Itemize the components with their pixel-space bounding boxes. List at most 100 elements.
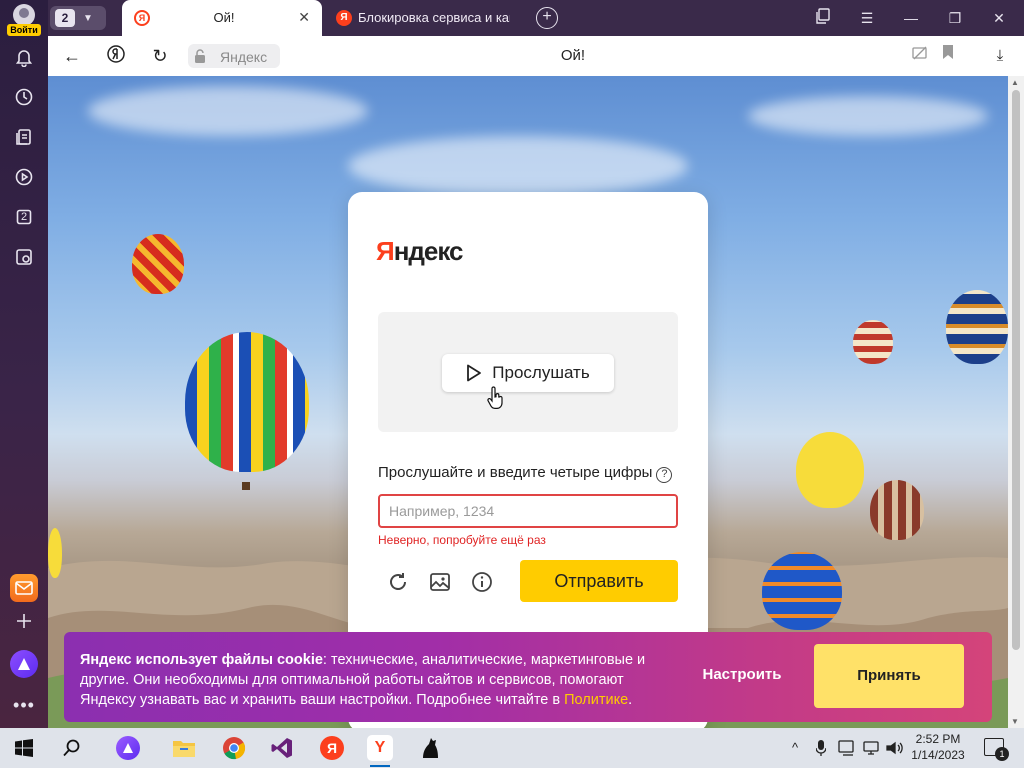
scrollbar-thumb[interactable] <box>1012 90 1020 650</box>
tray-chevron-up-icon[interactable]: ^ <box>792 740 798 755</box>
captcha-input[interactable] <box>378 494 678 528</box>
microphone-icon[interactable] <box>815 740 827 759</box>
help-icon[interactable]: ? <box>656 467 673 483</box>
windows-start-icon[interactable] <box>10 734 38 762</box>
logo-first-letter: Я <box>376 236 395 266</box>
download-icon[interactable]: ⤓ <box>988 44 1012 68</box>
info-icon[interactable] <box>470 570 494 594</box>
error-message: Неверно, попробуйте ещё раз <box>378 533 546 547</box>
balloon <box>132 234 184 294</box>
login-label: Войти <box>7 24 41 36</box>
back-icon[interactable]: ← <box>60 44 84 68</box>
balloon <box>870 480 924 540</box>
notification-count: 1 <box>995 747 1009 761</box>
balloon <box>48 528 62 578</box>
balloon <box>796 432 864 508</box>
tabs-count: 2 <box>55 9 75 27</box>
listen-button[interactable]: Прослушать <box>442 354 614 392</box>
image-captcha-icon[interactable] <box>428 570 452 594</box>
alice-taskbar-icon[interactable] <box>114 734 142 762</box>
configure-button[interactable]: Настроить <box>692 666 792 683</box>
yandex-app-icon[interactable]: Я <box>318 734 346 762</box>
media-off-icon[interactable] <box>908 44 932 68</box>
sidebar: Войти 2 ••• <box>0 0 48 728</box>
cookie-text-end: . <box>628 692 633 708</box>
collections-icon[interactable] <box>9 122 39 152</box>
audio-captcha-box: Прослушать <box>378 312 678 432</box>
new-tab-button[interactable]: + <box>536 7 558 29</box>
chevron-down-icon: ▼ <box>83 12 93 24</box>
page-title: Ой! <box>560 47 586 64</box>
mail-icon[interactable] <box>10 574 38 602</box>
balloon <box>185 332 309 472</box>
network-icon[interactable] <box>862 740 880 759</box>
profile-button[interactable]: Войти <box>6 4 42 36</box>
prompt-text: Прослушайте и введите четыре цифры <box>378 464 653 481</box>
cookie-text-bold: Яндекс использует файлы cookie <box>80 652 323 668</box>
bookmark-icon[interactable] <box>936 44 960 68</box>
lock-icon <box>195 49 205 63</box>
clock-time: 2:52 PM <box>915 732 961 746</box>
avatar <box>13 4 35 26</box>
close-tab-icon[interactable]: ✕ <box>298 9 310 26</box>
more-icon[interactable]: ••• <box>9 690 39 720</box>
alice-icon[interactable] <box>10 650 38 678</box>
yandex-home-icon[interactable] <box>104 44 128 68</box>
menu-icon[interactable]: ☰ <box>856 8 878 28</box>
hand-cursor-icon <box>487 386 503 409</box>
tabs-count-button[interactable]: 2 ▼ <box>50 6 106 30</box>
visual-studio-icon[interactable] <box>268 734 296 762</box>
screenshot-icon[interactable] <box>9 242 39 272</box>
history-icon[interactable] <box>9 82 39 112</box>
submit-button[interactable]: Отправить <box>520 560 678 602</box>
tab-second[interactable]: Я Блокировка сервиса и капча <box>328 0 516 36</box>
cloud <box>748 96 988 136</box>
scroll-down-icon[interactable]: ▼ <box>1011 717 1019 726</box>
play-icon <box>467 364 482 382</box>
add-icon[interactable] <box>9 606 39 636</box>
yandex-favicon-icon: Я <box>134 10 150 26</box>
logo-rest: ндекс <box>393 236 464 266</box>
clock-date: 1/14/2023 <box>911 748 965 762</box>
page-scrollbar[interactable]: ▲ ▼ <box>1008 76 1024 728</box>
close-window-icon[interactable]: ✕ <box>988 8 1010 28</box>
yandex-favicon-icon: Я <box>336 10 352 26</box>
balloon <box>946 290 1008 364</box>
file-explorer-icon[interactable] <box>170 734 198 762</box>
search-icon[interactable] <box>58 734 86 762</box>
url-text: Яндекс <box>220 49 268 65</box>
tabs-count-icon[interactable]: 2 <box>9 202 39 232</box>
notifications-icon[interactable]: 1 <box>984 738 1009 761</box>
refresh-icon[interactable] <box>386 570 410 594</box>
system-clock[interactable]: 2:52 PM 1/14/2023 <box>908 731 968 763</box>
reload-icon[interactable]: ↻ <box>148 44 172 68</box>
balloon-basket <box>242 482 250 490</box>
url-pill[interactable]: Яндекс <box>188 44 280 68</box>
cloud <box>88 86 368 136</box>
yandex-browser-icon[interactable]: Y <box>366 734 394 767</box>
balloon <box>853 320 893 364</box>
captcha-prompt: Прослушайте и введите четыре цифры? <box>378 464 673 483</box>
chrome-icon[interactable] <box>220 734 248 762</box>
minimize-icon[interactable]: — <box>900 8 922 28</box>
balloon <box>762 552 842 630</box>
accept-button[interactable]: Принять <box>814 644 964 708</box>
tab-title: Ой! <box>213 10 235 25</box>
cookie-banner: Яндекс использует файлы cookie: техничес… <box>64 632 992 722</box>
scroll-up-icon[interactable]: ▲ <box>1011 78 1019 87</box>
captcha-page: Яндекс Прослушать Прослушайте и введите … <box>48 76 1008 728</box>
cookie-text: Яндекс использует файлы cookie: техничес… <box>80 650 680 710</box>
volume-icon[interactable] <box>886 740 904 759</box>
video-icon[interactable] <box>9 162 39 192</box>
cloud <box>348 136 688 196</box>
tab-active[interactable]: Я Ой! ✕ <box>122 0 322 36</box>
bell-icon[interactable] <box>9 42 39 72</box>
tab-bar: 2 ▼ Я Ой! ✕ Я Блокировка сервиса и капча… <box>48 0 1024 36</box>
policy-link[interactable]: Политике <box>564 692 628 708</box>
restore-icon[interactable]: ❐ <box>944 8 966 28</box>
tab-title: Блокировка сервиса и капча <box>358 10 510 25</box>
app-tray-icon[interactable] <box>838 740 856 759</box>
app-icon[interactable] <box>416 734 444 762</box>
bookmarks-panel-icon[interactable] <box>812 8 834 28</box>
sidebar-tabs-badge: 2 <box>20 211 28 223</box>
